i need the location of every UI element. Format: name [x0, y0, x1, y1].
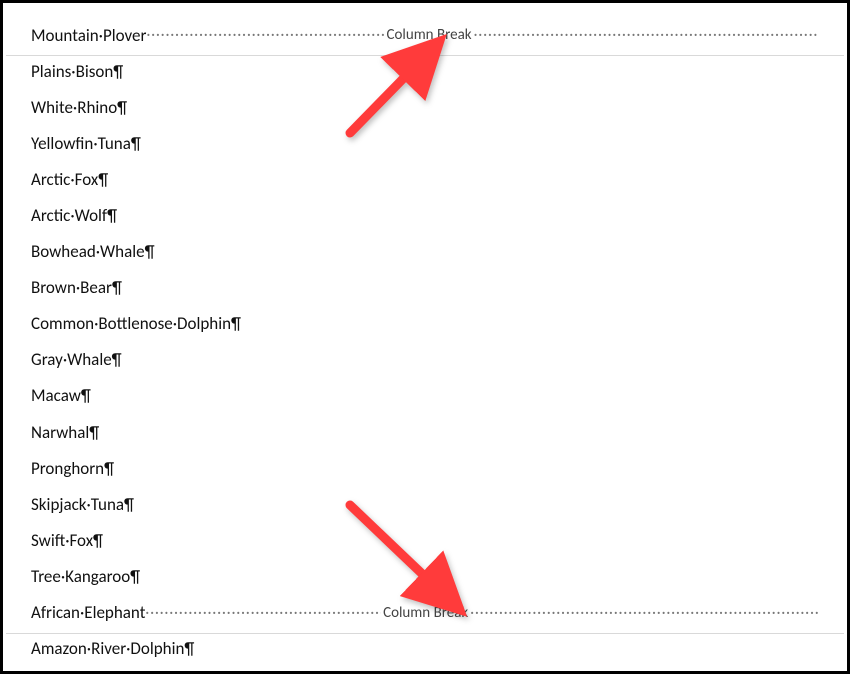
paragraph-text: Skipjack·Tuna¶ [31, 494, 134, 515]
paragraph: Tree·Kangaroo¶ [31, 558, 819, 594]
paragraph: Common·Bottlenose·Dolphin¶ [31, 306, 819, 342]
paragraph: Yellowfin·Tuna¶ [31, 125, 819, 161]
paragraph: Pronghorn¶ [31, 450, 819, 486]
paragraph-text: Pronghorn¶ [31, 458, 114, 479]
paragraph-text: Plains·Bison¶ [31, 61, 123, 82]
paragraph-text: Amazon·River·Dolphin¶ [31, 638, 194, 659]
paragraph: Macaw¶ [31, 378, 819, 414]
paragraph-text: Arctic·Fox¶ [31, 169, 108, 190]
paragraph-text: Swift·Fox¶ [31, 530, 103, 551]
paragraph-with-column-break: African·Elephant ·······················… [31, 595, 819, 631]
paragraph-text: Brown·Bear¶ [31, 277, 122, 298]
paragraph: White·Rhino¶ [31, 89, 819, 125]
paragraph: Skipjack·Tuna¶ [31, 486, 819, 522]
break-leader-dots: ········································… [474, 26, 819, 44]
paragraph-text: Bowhead·Whale¶ [31, 241, 155, 262]
break-leader-dots: ········································… [145, 604, 381, 622]
paragraph-text: White·Rhino¶ [31, 97, 127, 118]
break-leader-dots: ········································… [470, 604, 819, 622]
paragraph-text: Arctic·Wolf¶ [31, 205, 117, 226]
paragraph: Amazon·River·Dolphin¶ [31, 631, 819, 667]
paragraph: Brown·Bear¶ [31, 270, 819, 306]
paragraph: Arctic·Fox¶ [31, 161, 819, 197]
paragraph-text: Gray·Whale¶ [31, 349, 122, 370]
paragraph-text: African·Elephant [31, 602, 145, 623]
paragraph-text: Mountain·Plover [31, 25, 146, 46]
paragraph-text: Common·Bottlenose·Dolphin¶ [31, 313, 241, 334]
paragraph: Gray·Whale¶ [31, 342, 819, 378]
paragraph: Arctic·Wolf¶ [31, 197, 819, 233]
paragraph-text: Narwhal¶ [31, 422, 99, 443]
section-divider [6, 55, 844, 56]
section-divider [6, 633, 844, 634]
document-frame: Mountain·Plover ························… [0, 0, 850, 674]
paragraph-text: Macaw¶ [31, 385, 91, 406]
paragraph: Plains·Bison¶ [31, 53, 819, 89]
paragraph-text: Tree·Kangaroo¶ [31, 566, 140, 587]
paragraph: Bowhead·Whale¶ [31, 234, 819, 270]
column-break-label: Column Break [381, 604, 470, 622]
paragraph: Swift·Fox¶ [31, 522, 819, 558]
break-leader-dots: ········································… [146, 26, 384, 44]
column-break-label: Column Break [384, 26, 473, 44]
paragraph-text: Yellowfin·Tuna¶ [31, 133, 141, 154]
paragraph: Narwhal¶ [31, 414, 819, 450]
paragraph-with-column-break: Mountain·Plover ························… [31, 17, 819, 53]
